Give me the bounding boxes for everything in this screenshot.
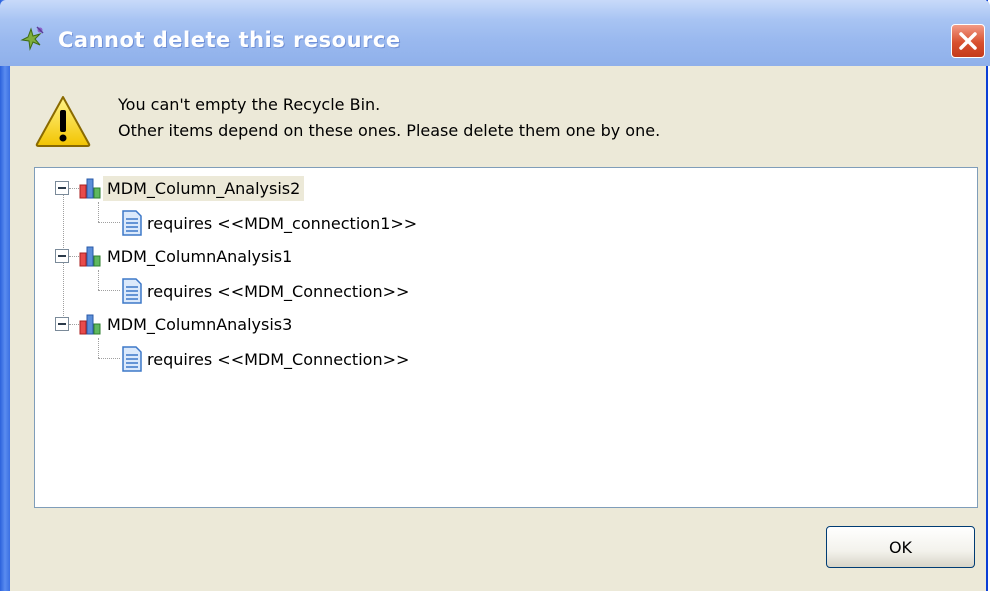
tree-connector [98, 338, 99, 358]
tree-connector [98, 358, 120, 359]
close-button[interactable] [951, 24, 985, 58]
dependency-tree[interactable]: MDM_Column_Analysis2 requires <<MDM_conn… [34, 167, 978, 508]
tree-item[interactable]: MDM_ColumnAnalysis3 [55, 309, 296, 339]
tree-child-item[interactable]: requires <<MDM_Connection>> [121, 276, 413, 306]
close-icon [959, 32, 977, 50]
tree-item[interactable]: MDM_Column_Analysis2 [55, 173, 305, 203]
collapse-toggle[interactable] [55, 317, 69, 331]
tree-connector [98, 270, 99, 290]
tree-child-item[interactable]: requires <<MDM_connection1>> [121, 208, 421, 238]
dialog-title: Cannot delete this resource [58, 28, 401, 52]
title-bar[interactable]: Cannot delete this resource [0, 0, 990, 66]
bar-chart-icon [79, 246, 101, 267]
message-line-2: Other items depend on these ones. Please… [118, 121, 661, 140]
tree-connector [98, 290, 120, 291]
tree-child-label[interactable]: requires <<MDM_connection1>> [143, 211, 421, 236]
document-icon [122, 210, 142, 236]
tree-item-label[interactable]: MDM_ColumnAnalysis3 [103, 312, 296, 337]
tree-item-label[interactable]: MDM_ColumnAnalysis1 [103, 244, 296, 269]
sparkle-icon [20, 26, 44, 51]
tree-connector [98, 202, 99, 222]
bar-chart-icon [79, 178, 101, 199]
document-icon [122, 346, 142, 372]
tree-child-label[interactable]: requires <<MDM_Connection>> [143, 347, 413, 372]
collapse-toggle[interactable] [55, 181, 69, 195]
dialog-message: You can't empty the Recycle Bin. Other i… [118, 92, 660, 144]
document-icon [122, 278, 142, 304]
tree-item[interactable]: MDM_ColumnAnalysis1 [55, 241, 296, 271]
message-line-1: You can't empty the Recycle Bin. [118, 95, 381, 114]
collapse-toggle[interactable] [55, 249, 69, 263]
tree-item-label[interactable]: MDM_Column_Analysis2 [103, 175, 305, 201]
bar-chart-icon [79, 314, 101, 335]
warning-icon [35, 96, 91, 147]
dialog-window: Cannot delete this resource You can't em… [0, 0, 990, 591]
tree-connector [98, 222, 120, 223]
tree-child-label[interactable]: requires <<MDM_Connection>> [143, 279, 413, 304]
ok-button[interactable]: OK [826, 526, 975, 568]
tree-child-item[interactable]: requires <<MDM_Connection>> [121, 344, 413, 374]
